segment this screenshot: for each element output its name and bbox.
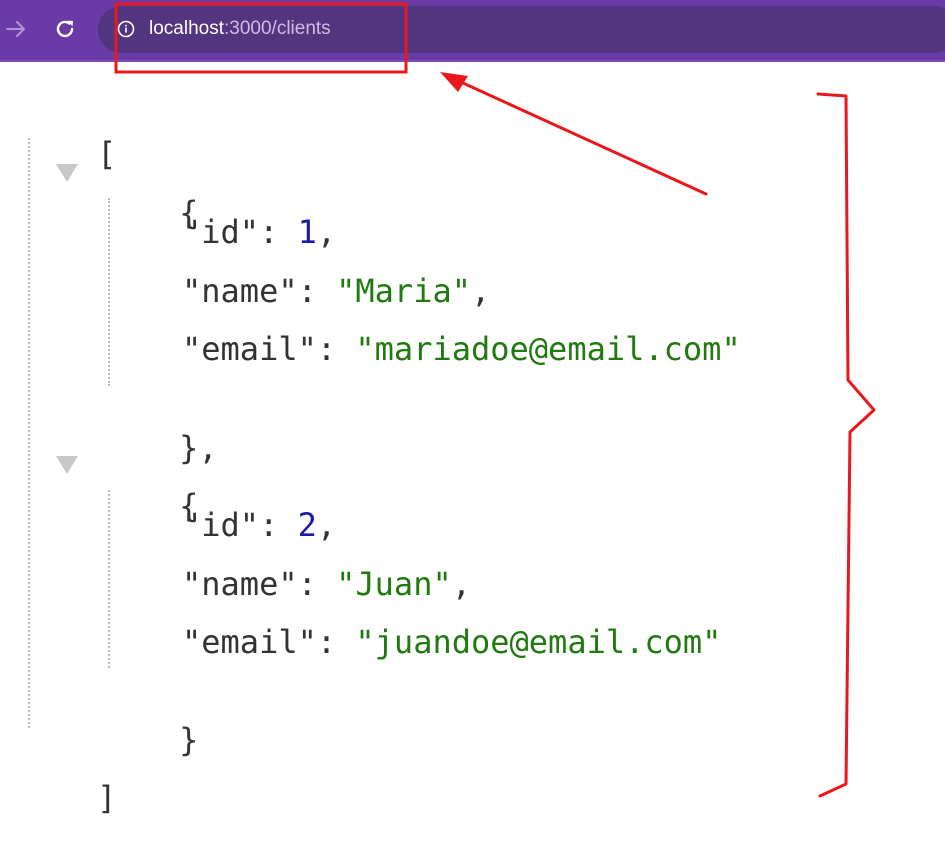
json-number-value: 1	[297, 213, 317, 251]
json-line-email: "email": "juandoe@email.com"	[182, 623, 722, 661]
array-open-bracket: [	[20, 94, 116, 173]
reload-icon	[56, 20, 74, 38]
json-viewer: [ { "id": 1, "name": "Maria", "email": "…	[0, 62, 945, 817]
address-bar[interactable]: localhost:3000/clients	[98, 6, 945, 53]
url-host: localhost	[149, 18, 224, 39]
json-key: "id"	[182, 213, 260, 251]
json-line-name: "name": "Juan",	[182, 565, 471, 603]
json-line-name: "name": "Maria",	[182, 272, 491, 310]
collapse-toggle-icon[interactable]	[56, 456, 78, 474]
url-text[interactable]: localhost:3000/clients	[149, 18, 331, 40]
json-string-value: "juandoe@email.com"	[355, 623, 722, 661]
json-key: "email"	[182, 330, 317, 368]
array-guide-line	[28, 138, 30, 728]
brace-text: }	[179, 721, 199, 759]
array-close-bracket: ]	[20, 738, 116, 817]
reload-button[interactable]	[51, 15, 79, 43]
json-key: "id"	[182, 506, 260, 544]
json-key: "email"	[182, 623, 317, 661]
browser-toolbar: localhost:3000/clients	[0, 0, 945, 62]
forward-button[interactable]	[2, 15, 30, 43]
close-bracket-text: ]	[97, 779, 117, 817]
json-line-id: "id": 1,	[182, 213, 337, 251]
json-line-email: "email": "mariadoe@email.com"	[182, 330, 741, 368]
json-string-value: "mariadoe@email.com"	[355, 330, 741, 368]
json-key: "name"	[182, 272, 298, 310]
json-string-value: "Maria"	[336, 272, 471, 310]
info-icon[interactable]	[117, 20, 135, 38]
collapse-toggle-icon[interactable]	[56, 164, 78, 182]
object-close-brace: }	[102, 680, 198, 759]
url-path: :3000/clients	[224, 18, 331, 39]
json-number-value: 2	[297, 506, 317, 544]
object-open-brace: {	[102, 446, 198, 525]
object-close-brace: },	[102, 388, 218, 467]
json-key: "name"	[182, 565, 298, 603]
arrow-right-icon	[6, 21, 25, 37]
json-line-id: "id": 2,	[182, 506, 337, 544]
json-string-value: "Juan"	[336, 565, 452, 603]
object-open-brace: {	[102, 153, 198, 232]
